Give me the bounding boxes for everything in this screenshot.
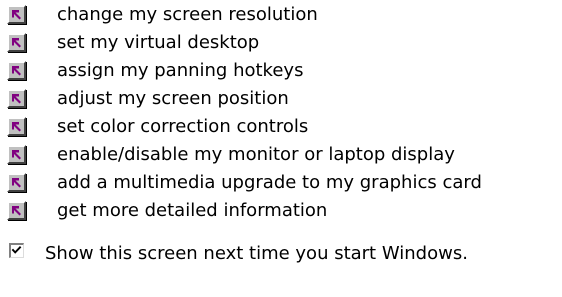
shortcut-arrow-icon[interactable] — [7, 173, 26, 192]
shortcut-arrow-icon[interactable] — [7, 201, 26, 220]
shortcut-arrow-icon[interactable] — [7, 89, 26, 108]
menu-item-multimedia-upgrade[interactable]: add a multimedia upgrade to my graphics … — [0, 170, 560, 196]
menu-item-label: change my screen resolution — [57, 4, 318, 25]
shortcut-arrow-icon[interactable] — [7, 117, 26, 136]
shortcut-arrow-icon[interactable] — [7, 145, 26, 164]
shortcut-arrow-icon[interactable] — [7, 5, 26, 24]
menu-item-color-correction[interactable]: set color correction controls — [0, 114, 560, 140]
shortcut-arrow-icon[interactable] — [7, 61, 26, 80]
menu-item-virtual-desktop[interactable]: set my virtual desktop — [0, 30, 560, 56]
menu-item-label: add a multimedia upgrade to my graphics … — [57, 172, 482, 193]
show-at-startup-label[interactable]: Show this screen next time you start Win… — [45, 241, 468, 267]
menu-item-label: enable/disable my monitor or laptop disp… — [57, 144, 455, 165]
menu-item-panning-hotkeys[interactable]: assign my panning hotkeys — [0, 58, 560, 84]
menu-item-change-resolution[interactable]: change my screen resolution — [0, 2, 560, 28]
menu-item-label: adjust my screen position — [57, 88, 289, 109]
menu-item-enable-disable-display[interactable]: enable/disable my monitor or laptop disp… — [0, 142, 560, 168]
menu-item-label: get more detailed information — [57, 200, 328, 221]
menu-item-screen-position[interactable]: adjust my screen position — [0, 86, 560, 112]
startup-option-row: Show this screen next time you start Win… — [0, 239, 560, 265]
menu-item-label: set color correction controls — [57, 116, 309, 137]
checkmark-icon — [11, 246, 22, 254]
menu-item-label: assign my panning hotkeys — [57, 60, 304, 81]
menu-item-label: set my virtual desktop — [57, 32, 260, 53]
show-at-startup-checkbox[interactable] — [9, 243, 24, 258]
menu-item-detailed-information[interactable]: get more detailed information — [0, 198, 560, 224]
shortcut-arrow-icon[interactable] — [7, 33, 26, 52]
